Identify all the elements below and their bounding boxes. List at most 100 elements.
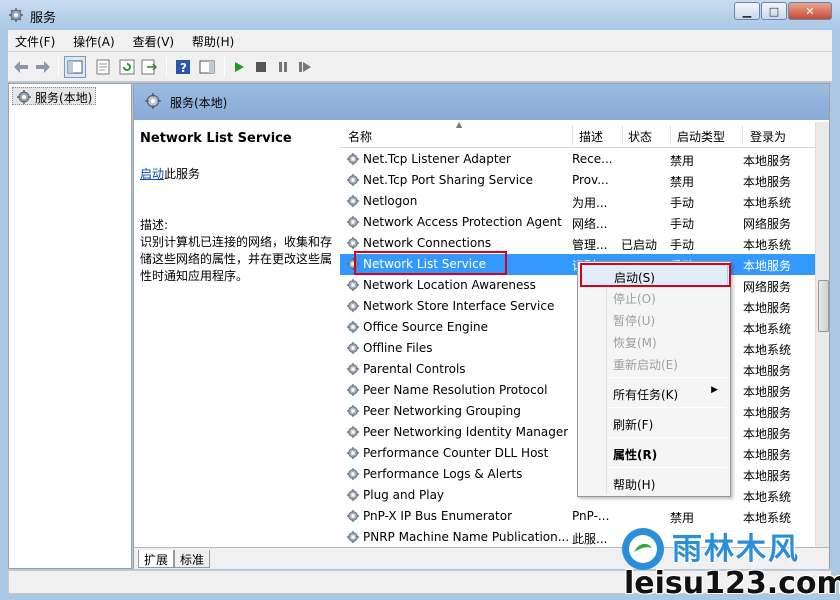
- column-header-description[interactable]: 描述: [579, 128, 603, 145]
- highlight-start-menu-item: [580, 263, 731, 287]
- row-logon-as: 网络服务: [743, 280, 792, 294]
- restart-service-icon[interactable]: [296, 58, 314, 76]
- context-menu-help[interactable]: 帮助(H): [580, 472, 728, 494]
- row-startup-type: 手动: [670, 196, 695, 210]
- service-gear-icon: [346, 341, 360, 358]
- column-header-logon-as[interactable]: 登录为: [750, 128, 786, 145]
- selected-service-name: Network List Service: [140, 131, 292, 146]
- row-startup-type: 手动: [670, 217, 695, 231]
- show-hide-console-tree-icon[interactable]: [64, 56, 86, 78]
- service-gear-icon: [346, 530, 360, 547]
- service-gear-icon: [346, 215, 360, 232]
- menu-help[interactable]: 帮助(H): [185, 30, 241, 53]
- back-icon[interactable]: [12, 58, 30, 76]
- start-link-suffix: 此服务: [164, 167, 201, 181]
- row-description: 网络...: [572, 217, 608, 231]
- start-service-link[interactable]: 启动: [140, 167, 164, 181]
- row-service-name: PnP-X IP Bus Enumerator: [363, 509, 512, 523]
- console-tree: 服务(本地): [8, 83, 132, 569]
- minimize-button[interactable]: ▁: [734, 2, 760, 20]
- row-service-name: Office Source Engine: [363, 320, 488, 334]
- row-service-name: Performance Logs & Alerts: [363, 467, 523, 481]
- context-menu-restart[interactable]: 重新启动(E): [580, 352, 728, 374]
- services-gear-icon: [9, 8, 23, 22]
- row-description: 为用...: [572, 196, 608, 210]
- row-logon-as: 网络服务: [743, 217, 792, 231]
- watermark-cn: 雨林木风: [672, 532, 800, 567]
- row-logon-as: 本地系统: [743, 343, 792, 357]
- row-service-name: Peer Networking Identity Manager: [363, 425, 568, 439]
- column-header-status[interactable]: 状态: [628, 128, 652, 145]
- row-service-name: PNRP Machine Name Publication...: [363, 530, 568, 544]
- menu-action[interactable]: 操作(A): [66, 30, 122, 53]
- maximize-button[interactable]: □: [761, 2, 787, 20]
- row-service-name: Net.Tcp Listener Adapter: [363, 152, 511, 166]
- row-service-name: Network Location Awareness: [363, 278, 536, 292]
- menu-view[interactable]: 查看(V): [126, 30, 182, 53]
- properties-sheet-icon[interactable]: [94, 58, 112, 76]
- stop-service-icon[interactable]: [252, 58, 270, 76]
- row-service-name: Network Store Interface Service: [363, 299, 555, 313]
- row-logon-as: 本地系统: [743, 322, 792, 336]
- show-action-pane-icon[interactable]: [198, 58, 216, 76]
- row-description: PnP-...: [572, 509, 610, 523]
- tree-item-services-local[interactable]: 服务(本地): [12, 87, 97, 105]
- service-gear-icon: [346, 320, 360, 337]
- tab-standard[interactable]: 标准: [174, 550, 211, 568]
- row-logon-as: 本地系统: [743, 196, 792, 210]
- service-gear-icon: [346, 509, 360, 526]
- help-icon[interactable]: ?: [174, 58, 192, 76]
- row-startup-type: 禁用: [670, 175, 695, 189]
- service-description-panel: Network List Service 启动此服务 描述: 识别计算机已连接的…: [140, 130, 338, 285]
- table-row[interactable]: Net.Tcp Port Sharing Service Prov... 禁用 本地服…: [340, 170, 815, 191]
- row-startup-type: 手动: [670, 238, 695, 252]
- context-menu-properties[interactable]: 属性(R): [580, 442, 728, 464]
- row-logon-as: 本地服务: [743, 154, 792, 168]
- vertical-scrollbar[interactable]: [815, 122, 829, 547]
- tab-extended[interactable]: 扩展: [138, 550, 175, 568]
- row-service-name: Network Access Protection Agent: [363, 215, 562, 229]
- context-menu-pause[interactable]: 暂停(U): [580, 308, 728, 330]
- tree-item-label: 服务(本地): [35, 91, 93, 105]
- service-gear-icon: [346, 173, 360, 190]
- row-service-name: Performance Counter DLL Host: [363, 446, 549, 460]
- row-service-name: Netlogon: [363, 194, 418, 208]
- column-header-name[interactable]: 名称: [348, 128, 372, 145]
- row-logon-as: 本地系统: [743, 238, 792, 252]
- table-row[interactable]: Network Access Protection Agent 网络... 手动 网络…: [340, 212, 815, 233]
- row-logon-as: 本地服务: [743, 301, 792, 315]
- scrollbar-thumb[interactable]: [818, 280, 829, 332]
- sort-ascending-icon: ▲: [456, 122, 463, 129]
- context-menu-resume[interactable]: 恢复(M): [580, 330, 728, 352]
- row-service-name: Network Connections: [363, 236, 492, 250]
- column-header-startup-type[interactable]: 启动类型: [677, 128, 725, 145]
- row-logon-as: 本地服务: [743, 364, 792, 378]
- start-service-icon[interactable]: [230, 58, 248, 76]
- forward-icon[interactable]: [34, 58, 52, 76]
- row-startup-type: 禁用: [670, 154, 695, 168]
- row-description: 管理...: [572, 238, 608, 252]
- service-gear-icon: [346, 299, 360, 316]
- table-row[interactable]: Netlogon 为用... 手动 本地系统: [340, 191, 815, 212]
- export-list-icon[interactable]: [140, 58, 158, 76]
- row-description: Prov...: [572, 173, 609, 187]
- list-header: ▲ 名称 描述 状态 启动类型 登录为: [340, 122, 815, 148]
- row-logon-as: 本地服务: [743, 448, 792, 462]
- services-gear-icon: [17, 90, 31, 104]
- close-button[interactable]: ✕: [788, 2, 832, 20]
- table-row[interactable]: Net.Tcp Listener Adapter Rece... 禁用 本地服务: [340, 149, 815, 170]
- menu-file[interactable]: 文件(F): [8, 30, 62, 53]
- context-menu-stop[interactable]: 停止(O): [580, 286, 728, 308]
- row-logon-as: 本地服务: [743, 427, 792, 441]
- context-menu-refresh[interactable]: 刷新(F): [580, 412, 728, 434]
- refresh-icon[interactable]: [118, 58, 136, 76]
- row-logon-as: 本地服务: [743, 259, 792, 273]
- service-gear-icon: [346, 467, 360, 484]
- service-gear-icon: [346, 278, 360, 295]
- context-menu-all-tasks[interactable]: 所有任务(K) ▶: [580, 382, 728, 404]
- service-gear-icon: [346, 488, 360, 505]
- menu-bar: 文件(F) 操作(A) 查看(V) 帮助(H): [8, 30, 832, 52]
- description-text: 识别计算机已连接的网络，收集和存储这些网络的属性，并在更改这些属性时通知应用程序…: [140, 235, 333, 283]
- service-gear-icon: [346, 194, 360, 211]
- pause-service-icon[interactable]: [274, 58, 292, 76]
